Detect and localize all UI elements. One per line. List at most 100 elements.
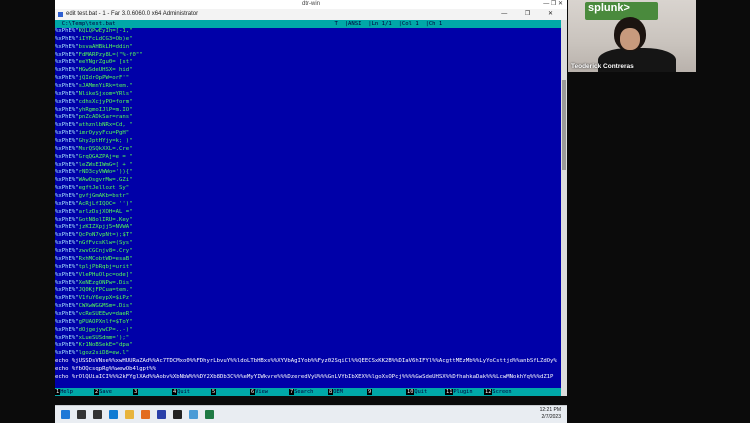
line-text: CWXwWGGMSm=.Dis" — [78, 303, 133, 310]
fkey-label: Quit — [177, 389, 190, 395]
far-editor[interactable]: C:\Temp\test.bat T |ANSI |Ln 1/1 |Col 1 … — [55, 20, 561, 396]
editor-line[interactable]: %xPhE%"GhyJptHYjy=k; )" — [55, 138, 561, 146]
start-icon[interactable] — [61, 410, 70, 419]
editor-line[interactable]: %xPhE%"zwvCGCnjv8=.Cry" — [55, 248, 561, 256]
editor-line[interactable]: %xPhE%"egftJellozt Sy" — [55, 185, 561, 193]
editor-line[interactable]: %xPhE%"GotN8olIRU=.Key" — [55, 217, 561, 225]
notepad-icon[interactable] — [189, 410, 198, 419]
fkey-1[interactable]: 1Help — [55, 388, 94, 396]
editor-line[interactable]: %xPhE%"athznlbNRx=Cd, " — [55, 122, 561, 130]
line-prefix: %xPhE%" — [55, 169, 79, 176]
fkey-3[interactable]: 3 — [133, 388, 172, 396]
editor-line[interactable]: %xPhE%"NlikeSjxom=YRls" — [55, 91, 561, 99]
fkey-11[interactable]: 11Plugin — [445, 388, 484, 396]
line-text: athznlbNRx=Cd, " — [78, 122, 133, 129]
line-prefix: %xPhE%" — [55, 318, 79, 325]
line-text: sJAMmnYiRk=tem." — [78, 83, 133, 90]
fkey-5[interactable]: 5 — [211, 388, 250, 396]
line-prefix: %xPhE%" — [55, 153, 79, 160]
system-clock[interactable]: 12:21 PM 2/7/2023 — [540, 407, 561, 421]
editor-line[interactable]: %xPhE%"QcPoN7vpNt=);$T" — [55, 232, 561, 240]
line-text: jQIdrOpPW=orF'" — [78, 75, 130, 82]
editor-line[interactable]: %xPhE%"XeNEzgONPw=.Dis" — [55, 280, 561, 288]
editor-line[interactable]: %xPhE%"jQIdrOpPW=orF'" — [55, 75, 561, 83]
editor-line[interactable]: %xPhE%"Kr1NoBSekE="dpa" — [55, 342, 561, 350]
editor-line[interactable]: %xPhE%"imrOyyyFcu=PgH" — [55, 130, 561, 138]
editor-scrollbar[interactable] — [561, 20, 567, 396]
editor-line[interactable]: %xPhE%"FdMARPzy8L=("%-f0"" — [55, 52, 561, 60]
editor-line[interactable]: %xPhE%"tpljPbRqbj=urit" — [55, 264, 561, 272]
task-view-icon[interactable] — [93, 410, 102, 419]
excel-icon[interactable] — [205, 410, 214, 419]
line-text: imrOyyyFcu=PgH" — [78, 130, 130, 137]
editor-line[interactable]: %xPhE%"WAwOsgvrMw=.GZi" — [55, 177, 561, 185]
editor-line[interactable]: %xPhE%"gvfjGmAKb=bstr" — [55, 193, 561, 201]
fkey-6[interactable]: 6View — [250, 388, 289, 396]
editor-line[interactable]: %xPhE%"cdhsXcjyPO=form" — [55, 99, 561, 107]
line-prefix: %xPhE%" — [55, 67, 79, 74]
editor-line[interactable]: %xPhE%"GrqQGAZPAj=e = " — [55, 154, 561, 162]
fkey-2[interactable]: 2Save — [94, 388, 133, 396]
editor-line[interactable]: %xPhE%"eeYNgrZgu0= [st" — [55, 59, 561, 67]
editor-line[interactable]: %xPhE%"VlePHuOlpc=ode]" — [55, 272, 561, 280]
fkey-12[interactable]: 12Screen — [484, 388, 523, 396]
editor-line[interactable]: %xPhE%"nGfFvcsKlw=(Sys" — [55, 240, 561, 248]
editor-line[interactable]: %xPhE%"iIYFcLdCG3=Ob)e" — [55, 36, 561, 44]
line-prefix: %xPhE%" — [55, 59, 79, 66]
line-prefix: %xPhE%" — [55, 177, 79, 184]
line-prefix: %xPhE%" — [55, 43, 79, 50]
remote-window-controls[interactable]: — ❐ ✕ — [543, 0, 563, 9]
line-text: MsrQSQkXXL=.Cre" — [78, 145, 133, 152]
webcam-video: splunk> Teoderick Contreras — [568, 0, 696, 72]
editor-line[interactable]: %xPhE%"rND3cyVWWo=')){" — [55, 169, 561, 177]
editor-line[interactable]: %xPhE%"JQ0KjFPCua=tem." — [55, 287, 561, 295]
far-manager-icon[interactable] — [157, 410, 166, 419]
editor-line[interactable]: %xPhE%"MsrQSQkXXL=.Cre" — [55, 146, 561, 154]
editor-line[interactable]: %xPhE%"dOjgejywCP=..-)" — [55, 327, 561, 335]
line-prefix: %xPhE%" — [55, 240, 79, 247]
fkey-label: Search — [294, 389, 314, 395]
editor-echo-line[interactable]: echo %fbOQcsqpRg%%wewOb4lgpt%% — [55, 366, 561, 374]
line-text: vcReSUEEwv=daeR" — [78, 310, 133, 317]
terminal-icon[interactable] — [173, 410, 182, 419]
file-explorer-icon[interactable] — [125, 410, 134, 419]
editor-line[interactable]: %xPhE%"bsvaAHBkLH=ddin" — [55, 44, 561, 52]
editor-line[interactable]: %xPhE%"lgoz2siD8=ew.l" — [55, 350, 561, 358]
editor-line[interactable]: %xPhE%"CWXwWGGMSm=.Dis" — [55, 303, 561, 311]
remote-desktop-title: dtr-win — [301, 1, 320, 7]
fkey-10[interactable]: 10Quit — [406, 388, 445, 396]
editor-line[interactable]: %xPhE%"leZWsEIWmG=[ + " — [55, 162, 561, 170]
firefox-icon[interactable] — [141, 410, 150, 419]
editor-line[interactable]: %xPhE%"vcReSUEEwv=daeR" — [55, 311, 561, 319]
far-app-icon — [58, 12, 63, 17]
search-icon[interactable] — [77, 410, 86, 419]
line-text: NlikeSjxom=YRls" — [78, 90, 133, 97]
scrollbar-thumb[interactable] — [562, 80, 566, 170]
editor-line[interactable]: %xPhE%"V1fuY6eypX=$iPz" — [55, 295, 561, 303]
fkey-4[interactable]: 4Quit — [172, 388, 211, 396]
editor-line[interactable]: %xPhE%"arlzDsjXOH=AL =" — [55, 209, 561, 217]
editor-echo-line[interactable]: echo %jUSSDsVNse%%xwHUURaZAd%%Ac7TDCMxo0… — [55, 358, 561, 366]
line-prefix: %xPhE%" — [55, 83, 79, 90]
edge-icon[interactable] — [109, 410, 118, 419]
line-prefix: %xPhE%" — [55, 303, 79, 310]
editor-line[interactable]: %xPhE%"AcRjLfIQOC= '')" — [55, 201, 561, 209]
fkey-7[interactable]: 7Search — [289, 388, 328, 396]
editor-line[interactable]: %xPhE%"KQLQPwEyIh=[-1," — [55, 28, 561, 36]
editor-echo-line[interactable]: echo %rOlQUiaICI%%%2kFYglXAd%%Aobv%XbNbW… — [55, 374, 561, 382]
editor-line[interactable]: %xPhE%"yhRgmoIJlP=m.IO" — [55, 107, 561, 115]
editor-status-line: C:\Temp\test.bat T |ANSI |Ln 1/1 |Col 1 … — [55, 20, 561, 28]
editor-line[interactable]: %xPhE%"xLueSUSdmm=');" — [55, 335, 561, 343]
editor-line[interactable]: %xPhE%"jzKIZXpjj5=NVWA" — [55, 224, 561, 232]
window-controls[interactable]: — ❐ ✕ — [501, 9, 561, 20]
fkey-8[interactable]: 8OEM — [328, 388, 367, 396]
editor-line[interactable]: %xPhE%"sJAMmnYiRk=tem." — [55, 83, 561, 91]
editor-text-area[interactable]: %xPhE%"KQLQPwEyIh=[-1," %xPhE%"iIYFcLdCG3… — [55, 28, 561, 382]
editor-line[interactable]: %xPhE%"HGwSdeUHSX= hid" — [55, 67, 561, 75]
fkey-9[interactable]: 9 — [367, 388, 406, 396]
editor-line[interactable]: %xPhE%"RxhMCobtWD=esaB" — [55, 256, 561, 264]
line-prefix: %xPhE%" — [55, 130, 79, 137]
line-text: VlePHuOlpc=ode]" — [78, 271, 133, 278]
editor-line[interactable]: %xPhE%"pnZcADkSar=rans" — [55, 114, 561, 122]
editor-line[interactable]: %xPhE%"gPUAOPXnlf=$ToY" — [55, 319, 561, 327]
